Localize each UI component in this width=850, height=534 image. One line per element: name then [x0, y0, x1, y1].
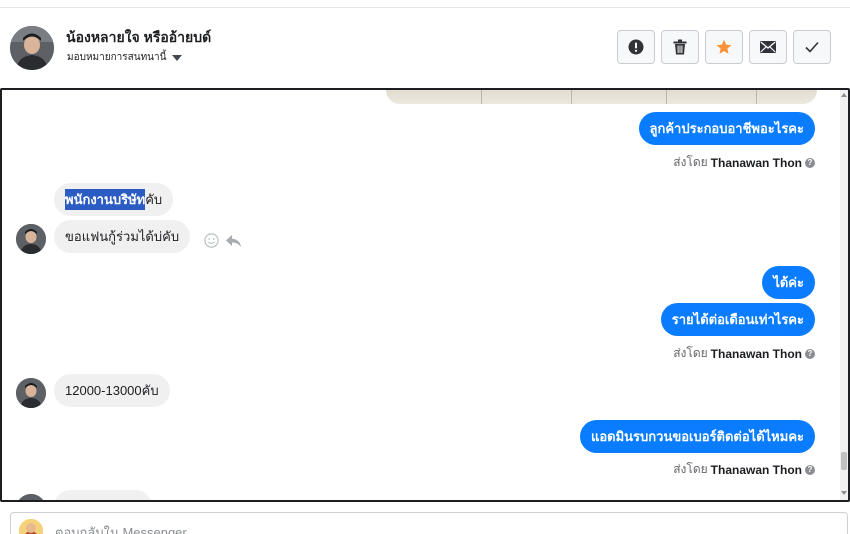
agent-name: Thanawan Thon [710, 155, 802, 170]
contact-avatar-small[interactable] [16, 494, 46, 500]
trash-icon [673, 39, 687, 55]
message-thread[interactable]: ลูกค้าประกอบอาชีพอะไรคะ ส่งโดย Thanawan … [0, 88, 850, 502]
page-avatar [19, 519, 43, 534]
thread-scrollbar[interactable] [840, 90, 848, 500]
outgoing-message[interactable]: รายได้ต่อเดือนเท่าไรคะ [660, 303, 815, 336]
sent-by-prefix: ส่งโดย [673, 346, 708, 360]
caret-down-icon [172, 55, 183, 61]
agent-name: Thanawan Thon [710, 346, 802, 361]
outgoing-message[interactable]: ลูกค้าประกอบอาชีพอะไรคะ [638, 112, 815, 145]
assign-label: มอบหมายการสนทนานี้ [67, 52, 167, 63]
image-attachment[interactable] [386, 90, 817, 104]
star-button[interactable] [705, 30, 743, 64]
delete-button[interactable] [661, 30, 699, 64]
scroll-thumb[interactable] [841, 452, 847, 470]
conversation-header: น้องหลายใจ หรืออ้ายบด์ มอบหมายการสนทนานี… [0, 8, 850, 88]
outgoing-message[interactable]: ได้ค่ะ [762, 266, 815, 299]
smiley-icon[interactable] [204, 233, 219, 248]
sent-by-prefix: ส่งโดย [673, 462, 708, 476]
message-actions [204, 233, 242, 248]
contact-avatar[interactable] [10, 26, 54, 70]
agent-name: Thanawan Thon [710, 462, 802, 477]
selected-text: พนักงานบริษัท [65, 189, 146, 210]
sent-by-prefix: ส่งโดย [673, 155, 708, 169]
mark-spam-button[interactable] [617, 30, 655, 64]
alert-icon [628, 39, 644, 55]
mail-icon [760, 41, 776, 53]
message-text: คับ [145, 192, 163, 207]
sent-by-label: ส่งโดย Thanawan Thon ? [673, 460, 815, 479]
incoming-message[interactable]: 12000-13000คับ [54, 374, 170, 407]
incoming-message[interactable]: ขอแฟนกู้ร่วมได้บ่คับ [54, 220, 191, 253]
header-actions [617, 30, 831, 64]
inbox-conversation: น้องหลายใจ หรืออ้ายบด์ มอบหมายการสนทนานี… [0, 0, 850, 534]
scroll-up-arrow-icon[interactable] [841, 93, 847, 97]
incoming-message[interactable]: พนักงานบริษัท คับ [54, 183, 174, 216]
question-icon[interactable]: ? [805, 464, 815, 475]
contact-name: น้องหลายใจ หรืออ้ายบด์ [66, 29, 212, 45]
contact-avatar-small[interactable] [16, 378, 46, 408]
incoming-message-partial[interactable] [54, 490, 152, 500]
mark-done-button[interactable] [793, 30, 831, 64]
question-icon[interactable]: ? [805, 157, 815, 168]
check-icon [805, 41, 819, 53]
sent-by-label: ส่งโดย Thanawan Thon ? [673, 344, 815, 363]
reply-icon[interactable] [225, 234, 242, 248]
question-icon[interactable]: ? [805, 348, 815, 359]
scroll-down-arrow-icon[interactable] [841, 491, 847, 495]
reply-input[interactable] [55, 525, 755, 534]
reply-composer [10, 512, 848, 534]
assign-conversation-dropdown[interactable]: มอบหมายการสนทนานี้ [67, 50, 183, 65]
star-icon [716, 39, 732, 54]
outgoing-message[interactable]: แอดมินรบกวนขอเบอร์ติดต่อได้ไหมคะ [579, 420, 815, 453]
contact-avatar-small[interactable] [16, 224, 46, 254]
sent-by-label: ส่งโดย Thanawan Thon ? [673, 153, 815, 172]
mark-unread-button[interactable] [749, 30, 787, 64]
